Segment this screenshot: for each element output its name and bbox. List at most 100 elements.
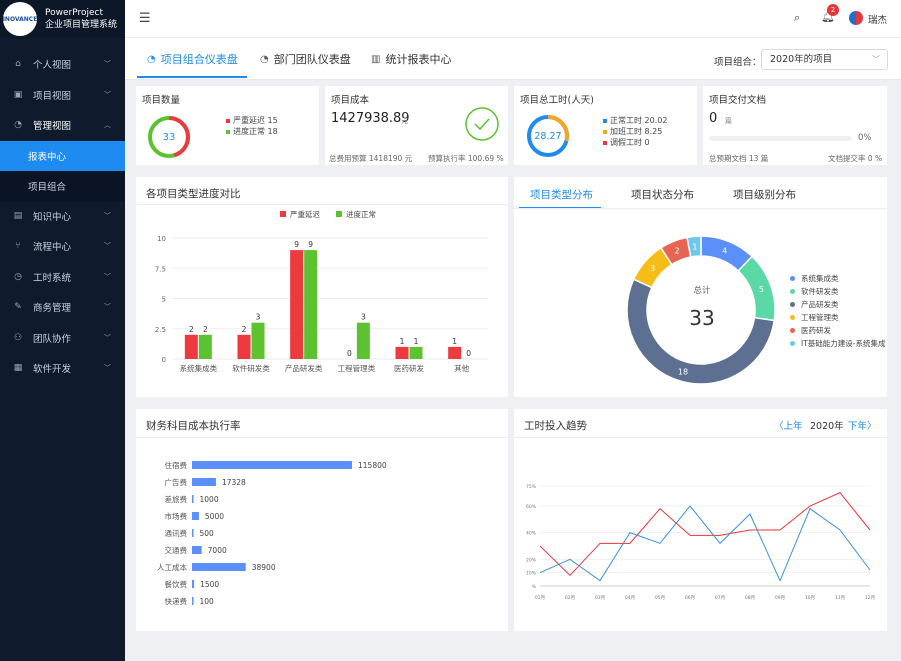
bar [192,495,194,503]
y-tick-label: 2.5 [155,326,166,334]
category-label: 餐饮费 [165,579,188,589]
x-tick-label: 11月 [835,595,845,601]
donut-legend-item[interactable]: 医药研发 [790,324,886,337]
sidebar-nav: ⌂ 个人视图 ﹀ ▣ 项目视图 ﹀ ◔ 管理视图 ︿ 报表中心 项目组合 ▤ 知识中心 ﹀ ⑂ 流… [0,49,125,384]
donut-legend-item[interactable]: IT基础能力建设-系统集成 [790,337,886,350]
bar [184,334,198,359]
legend-label: 严重延迟 [290,209,320,219]
legend-label: IT基础能力建设-系统集成 [801,339,886,348]
legend-overtime-hours: 加班工时 8.25 [603,126,662,137]
sidebar-item-timesheet[interactable]: ◷ 工时系统 ﹀ [0,262,125,293]
slice-value-label: 18 [678,367,688,376]
slice-value-label: 5 [759,285,764,294]
trend-line [539,492,871,577]
category-label: 快递费 [165,596,188,606]
donut-slice[interactable] [737,255,776,322]
donut-legend-item[interactable]: 产品研发类 [790,298,886,311]
legend-label: 医药研发 [801,326,831,335]
sidebar-subitem-portfolio[interactable]: 项目组合 [0,170,125,201]
project-icon: ▣ [13,89,23,100]
kpi-title: 项目交付文档 [709,95,767,106]
sidebar-item-business[interactable]: ✎ 商务管理 ﹀ [0,292,125,323]
legend-label: 系统集成类 [801,274,839,283]
donut-legend-item[interactable]: 系统集成类 [790,272,886,285]
donut-legend: 系统集成类软件研发类产品研发类工程管理类医药研发 IT基础能力建设-系统集成 [790,272,886,350]
bar-value-label: 3 [256,313,261,322]
docs-progress-bar [709,136,852,141]
docs-percent: 0% [858,133,872,143]
menu-toggle-icon[interactable]: ☰ [139,11,151,26]
bar-value-label: 0 [347,349,352,358]
app-name: PowerProject [45,8,104,18]
hours-trend-chart: % 10% 20% 40% 60% 75% 01月 02月 03月 04月 05月 06月 07月 08月… [526,484,875,601]
finance-bar-chart: 住宿费 115800 广告费 17328 差旅费 1000 市场费 5000 通讯费 500 交通费… [157,460,387,606]
legend-normal-hours: 正常工时 20.02 [603,115,667,126]
slice-value-label: 1 [692,242,697,251]
legend-label: 产品研发类 [801,300,839,309]
bar-value-label: 9 [294,240,299,249]
docs-submit-rate: 文档提交率 0 % [828,154,883,163]
x-tick-label: 10月 [805,595,815,601]
docs-planned: 总预期文档 13 篇 [709,154,769,163]
x-tick-label: 其他 [454,363,469,373]
avatar[interactable] [849,11,863,25]
category-label: 住宿费 [165,460,188,470]
sidebar-subitem-report-center[interactable]: 报表中心 [0,140,125,171]
bar-value-label: 38900 [252,563,276,572]
y-tick-label: 60% [526,504,537,510]
dashboard-icon: ◔ [147,53,156,65]
y-tick-label: 10% [526,571,537,577]
sidebar-item-knowledge[interactable]: ▤ 知识中心 ﹀ [0,201,125,232]
bar-value-label: 115800 [358,461,387,470]
x-tick-label: 医药研发 [394,363,424,373]
legend-dot [790,289,795,294]
x-tick-label: 01月 [535,595,545,601]
donut-legend-item[interactable]: 软件研发类 [790,285,886,298]
bar-chart-icon: ▥ [371,53,381,65]
sidebar-item-software[interactable]: ▦ 软件开发 ﹀ [0,353,125,384]
category-label: 交通费 [165,545,188,555]
chevron-down-icon: ﹀ [104,333,111,342]
bar [409,346,423,359]
legend-swatch [336,211,342,217]
tab-portfolio-dashboard[interactable]: ◔ 项目组合仪表盘 [147,51,238,67]
legend-severe: 严重延迟 15 [226,115,278,126]
bar-value-label: 1 [452,337,457,346]
portfolio-select[interactable]: 2020年的项目 ﹀ [761,49,888,70]
project-count-value: 33 [163,132,176,143]
chevron-down-icon: ﹀ [104,90,111,99]
trend-card: 工时投入趋势 〈上年 2020年 下年〉 % 10% 20% 40% 60% 75% 01月… [514,409,887,631]
x-tick-label: 软件研发类 [232,363,270,373]
donut-legend-item[interactable]: 工程管理类 [790,311,886,324]
bar-value-label: 1000 [200,495,219,504]
bar-value-label: 1500 [200,580,219,589]
search-icon[interactable]: ⌕ [794,11,800,25]
kpi-project-count-card: 项目数量 33 严重延迟 15 进度正常 18 [136,86,319,165]
kpi-hours-card: 项目总工时(人天) 28.27 正常工时 20.02 加班工时 8.25 调假工… [514,86,697,165]
flow-icon: ⑂ [15,241,21,252]
bar-value-label: 1 [400,337,405,346]
bar [304,250,318,359]
tab-report-center[interactable]: ▥ 统计报表中心 [371,51,451,67]
sidebar-item-management[interactable]: ◔ 管理视图 ︿ [0,110,125,141]
legend-leave-hours: 调假工时 0 [603,137,650,148]
bar [198,334,212,359]
category-label: 广告费 [165,477,188,487]
project-cost-value: 1427938.89 [331,111,410,126]
bar-value-label: 0 [466,349,471,358]
category-label: 通讯费 [165,528,188,538]
bar [192,580,195,588]
tab-department-dashboard[interactable]: ◔ 部门团队仪表盘 [260,51,351,67]
x-tick-label: 02月 [565,595,575,601]
sidebar-item-project[interactable]: ▣ 项目视图 ﹀ [0,80,125,111]
bar-value-label: 100 [200,597,215,606]
bar [192,461,352,469]
sidebar-item-team[interactable]: ⚇ 团队协作 ﹀ [0,323,125,354]
y-tick-label: 5 [162,296,166,304]
sidebar-item-process[interactable]: ⑂ 流程中心 ﹀ [0,231,125,262]
legend-swatch [280,211,286,217]
sidebar-item-personal[interactable]: ⌂ 个人视图 ﹀ [0,49,125,80]
cost-execution-rate: 预算执行率 100.69 % [428,154,504,163]
user-name[interactable]: 瑞杰 [868,12,887,26]
legend-label: 工程管理类 [801,313,839,322]
